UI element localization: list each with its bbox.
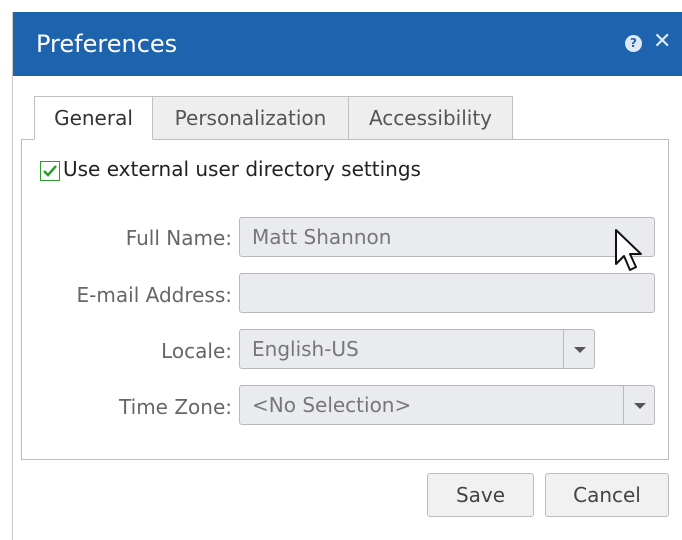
dialog-title: Preferences (36, 30, 178, 58)
save-button[interactable]: Save (427, 473, 534, 517)
email-field[interactable] (239, 273, 655, 313)
locale-label: Locale: (161, 339, 232, 363)
email-label: E-mail Address: (76, 283, 232, 307)
tab-general[interactable]: General (34, 96, 153, 140)
cancel-button[interactable]: Cancel (545, 473, 669, 517)
tab-personalization[interactable]: Personalization (152, 96, 349, 140)
locale-select[interactable]: English-US (239, 329, 595, 369)
locale-value: English-US (252, 337, 359, 361)
dialog-titlebar: Preferences ? ✕ (13, 12, 682, 76)
timezone-select[interactable]: <No Selection> (239, 385, 655, 425)
chevron-down-icon[interactable] (563, 330, 594, 368)
full-name-field[interactable]: Matt Shannon (239, 217, 655, 257)
external-directory-label[interactable]: Use external user directory settings (63, 157, 421, 181)
timezone-label: Time Zone: (119, 395, 232, 419)
tab-accessibility[interactable]: Accessibility (348, 96, 513, 140)
mouse-cursor-icon (615, 229, 642, 271)
timezone-value: <No Selection> (252, 393, 412, 417)
help-icon[interactable]: ? (625, 35, 642, 52)
external-directory-checkbox[interactable] (40, 161, 60, 181)
full-name-label: Full Name: (125, 226, 232, 250)
close-icon[interactable]: ✕ (653, 30, 671, 54)
checkmark-icon (43, 165, 57, 177)
chevron-down-icon[interactable] (623, 386, 654, 424)
